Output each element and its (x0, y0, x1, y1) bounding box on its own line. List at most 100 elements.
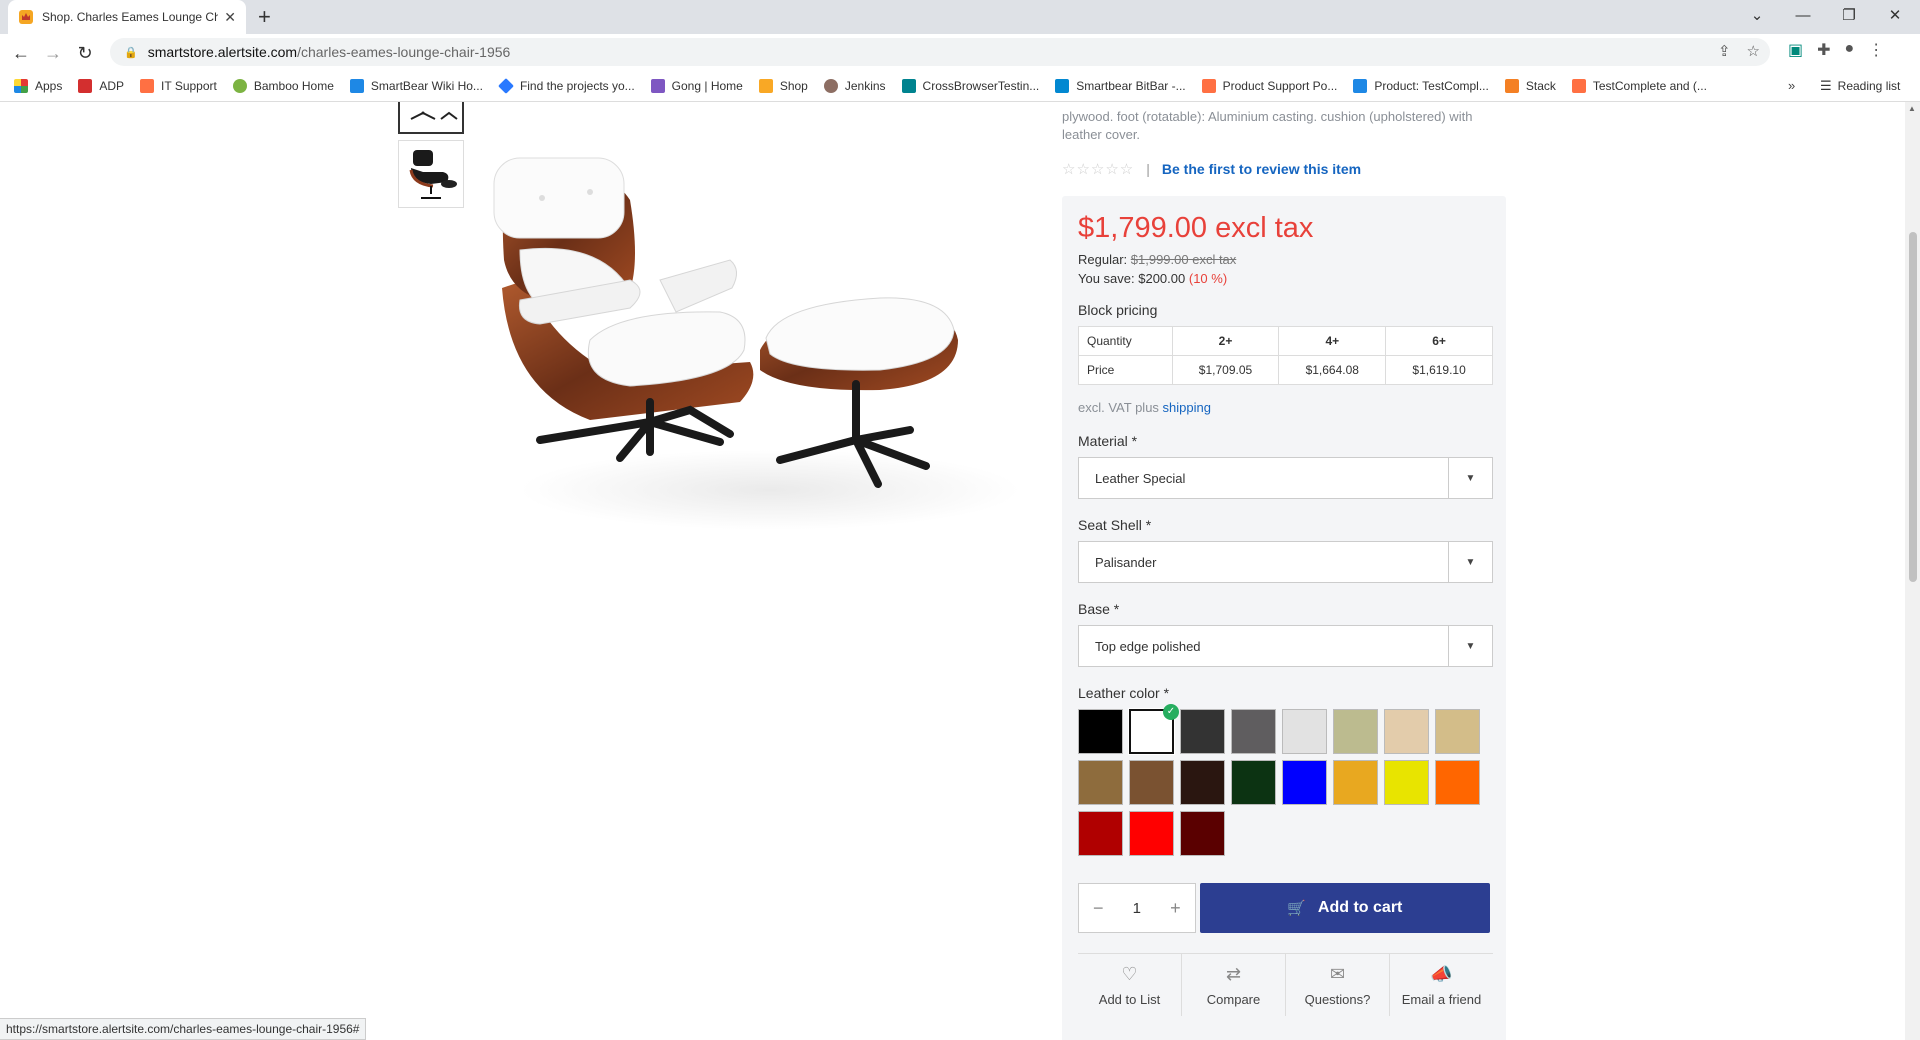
product-hero-image[interactable] (480, 140, 1040, 540)
bookmark-star-icon[interactable]: ☆ (1747, 42, 1760, 60)
email-friend-button[interactable]: 📣 Email a friend (1390, 954, 1493, 1016)
regular-price-row: Regular: $1,999.00 excl tax (1078, 252, 1490, 267)
table-cell: 2+ (1171, 326, 1280, 356)
product-price: $1,799.00 excl tax (1078, 212, 1314, 244)
leather-color-swatch[interactable] (1180, 709, 1225, 754)
scroll-up-arrow-icon[interactable]: ▲ (1908, 104, 1916, 113)
selected-check-icon: ✓ (1163, 704, 1179, 720)
leather-color-swatch[interactable] (1129, 811, 1174, 856)
leather-color-swatch[interactable] (1435, 709, 1480, 754)
base-label: Base * (1078, 601, 1120, 617)
leather-color-swatch[interactable] (1078, 760, 1123, 805)
gallery-thumbnail-1[interactable] (398, 102, 464, 134)
bookmark-bamboo[interactable]: Bamboo Home (232, 78, 334, 93)
apps-grid-icon (14, 78, 28, 93)
bookmark-jenkins[interactable]: Jenkins (823, 78, 886, 93)
leather-color-swatch[interactable] (1231, 760, 1276, 805)
more-bookmarks-button[interactable]: » (1788, 78, 1795, 93)
leather-color-swatch[interactable] (1333, 760, 1378, 805)
add-to-cart-button[interactable]: 🛒 Add to cart (1199, 883, 1490, 933)
table-cell: $1,664.08 (1278, 355, 1387, 385)
forward-arrow-icon[interactable]: → (40, 40, 66, 66)
write-review-link[interactable]: Be the first to review this item (1162, 161, 1361, 177)
url-host: smartstore.alertsite.com (147, 44, 298, 60)
leather-color-swatch[interactable]: ✓ (1128, 704, 1179, 755)
bookmark-testcomplete-and[interactable]: TestComplete and (... (1571, 78, 1707, 93)
page-scrollbar[interactable]: ▲ (1905, 102, 1920, 1040)
leather-color-swatch[interactable] (1282, 760, 1327, 805)
add-to-list-button[interactable]: ♡ Add to List (1078, 954, 1182, 1016)
increase-quantity-button[interactable]: + (1170, 898, 1181, 919)
cart-icon: 🛒 (1287, 900, 1306, 917)
table-row: Quantity 2+ 4+ 6+ (1078, 326, 1493, 356)
status-bar-url: https://smartstore.alertsite.com/charles… (0, 1018, 367, 1040)
table-cell: $1,619.10 (1385, 355, 1493, 385)
scrollbar-thumb[interactable] (1909, 232, 1917, 582)
restore-button[interactable]: ❐ (1826, 0, 1872, 30)
chevron-down-icon[interactable]: ▼ (1448, 542, 1492, 582)
leather-color-swatch[interactable] (1078, 811, 1123, 856)
leather-color-swatch[interactable] (1435, 760, 1480, 805)
bookmark-bitbar[interactable]: Smartbear BitBar -... (1055, 78, 1186, 93)
base-select[interactable]: Top edge polished ▼ (1078, 625, 1493, 667)
puzzle-extensions-icon[interactable]: ✚ (1817, 40, 1830, 60)
block-pricing-title: Block pricing (1078, 302, 1158, 318)
bookmark-label: Smartbear BitBar -... (1076, 78, 1186, 93)
shipping-link[interactable]: shipping (1163, 400, 1211, 415)
bookmark-smartbear-wiki[interactable]: SmartBear Wiki Ho... (349, 78, 483, 93)
leather-color-swatch[interactable] (1384, 709, 1429, 754)
action-label: Compare (1206, 992, 1261, 1007)
kebab-menu-icon[interactable]: ⋮ (1868, 40, 1884, 60)
table-row: Price $1,709.05 $1,664.08 $1,619.10 (1078, 355, 1493, 385)
material-selected-value: Leather Special (1095, 470, 1186, 486)
leather-color-swatch[interactable] (1384, 760, 1429, 805)
profile-avatar-icon[interactable]: ● (1845, 40, 1855, 60)
separator: | (1146, 161, 1150, 177)
bookmark-testcomplete[interactable]: Product: TestCompl... (1353, 78, 1489, 93)
bookmark-it-support[interactable]: IT Support (140, 78, 217, 93)
minimize-button[interactable]: — (1780, 0, 1826, 30)
chevron-down-icon[interactable]: ▼ (1448, 626, 1492, 666)
product-description: plywood. foot (rotatable): Aluminium cas… (1062, 109, 1473, 142)
bookmark-gong[interactable]: Gong | Home (650, 78, 743, 93)
share-icon[interactable]: ⇪ (1718, 42, 1731, 60)
bookmark-label: Product Support Po... (1222, 78, 1338, 93)
leather-color-swatch[interactable] (1078, 709, 1123, 754)
url-input[interactable]: 🔒 smartstore.alertsite.com/charles-eames… (110, 38, 1770, 66)
leather-color-swatch[interactable] (1282, 709, 1327, 754)
leather-color-swatch[interactable] (1231, 709, 1276, 754)
questions-button[interactable]: ✉ Questions? (1286, 954, 1390, 1016)
compare-button[interactable]: ⇄ Compare (1182, 954, 1286, 1016)
chevron-down-icon[interactable]: ▼ (1448, 458, 1492, 498)
back-arrow-icon[interactable]: ← (8, 40, 34, 66)
block-pricing-table: Quantity 2+ 4+ 6+ Price $1,709.05 $1,664… (1078, 326, 1493, 385)
close-tab-icon[interactable]: ✕ (224, 9, 236, 26)
bookmark-stack[interactable]: Stack (1504, 78, 1556, 93)
new-tab-button[interactable]: + (258, 5, 271, 29)
bookmark-apps[interactable]: Apps (14, 78, 62, 93)
decrease-quantity-button[interactable]: − (1093, 898, 1104, 919)
reading-list-button[interactable]: ☰ Reading list (1820, 78, 1900, 94)
extension-icon[interactable]: ▣ (1788, 40, 1803, 60)
bookmark-shop[interactable]: Shop (758, 78, 808, 93)
close-window-button[interactable]: ✕ (1872, 0, 1918, 30)
reload-icon[interactable]: ↻ (72, 40, 98, 66)
reading-list-label: Reading list (1837, 79, 1901, 93)
bookmark-find-projects[interactable]: Find the projects yo... (498, 77, 635, 94)
leather-color-swatch[interactable] (1333, 709, 1378, 754)
seat-shell-select[interactable]: Palisander ▼ (1078, 541, 1493, 583)
gallery-thumbnail-2[interactable] (398, 140, 464, 208)
bookmark-label: Find the projects yo... (519, 78, 635, 93)
leather-color-swatch[interactable] (1180, 811, 1225, 856)
jenkins-icon (823, 78, 838, 93)
browser-tab[interactable]: Shop. Charles Eames Lounge Chair ✕ (8, 0, 246, 34)
leather-color-swatch[interactable] (1180, 760, 1225, 805)
lock-icon[interactable]: 🔒 (124, 46, 138, 59)
material-select[interactable]: Leather Special ▼ (1078, 457, 1493, 499)
tab-search-icon[interactable]: ⌄ (1734, 0, 1780, 30)
bookmark-adp[interactable]: ADP (78, 78, 124, 93)
bookmark-product-support[interactable]: Product Support Po... (1201, 78, 1338, 93)
quantity-input[interactable]: 1 (1133, 900, 1141, 917)
leather-color-swatch[interactable] (1129, 760, 1174, 805)
bookmark-crossbrowser[interactable]: CrossBrowserTestin... (901, 78, 1039, 93)
